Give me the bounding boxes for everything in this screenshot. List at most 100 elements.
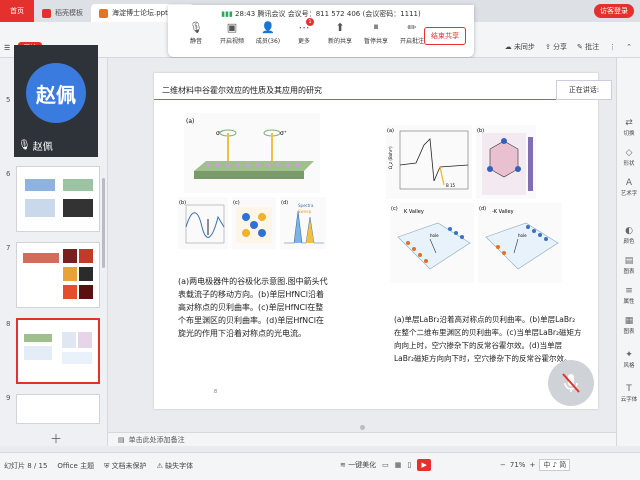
slide-thumbnail[interactable] <box>16 394 100 424</box>
properties-icon: ≡ <box>625 286 633 296</box>
style-icon: ✦ <box>625 350 633 360</box>
collapse-icon[interactable]: ⌃ <box>626 43 632 51</box>
play-slideshow-button[interactable]: ▶ <box>417 459 432 471</box>
rail-properties[interactable]: ≡ 属性 <box>617 286 640 305</box>
zoom-in-icon[interactable]: + <box>529 461 535 469</box>
more-menu-icon[interactable]: ⋮ <box>609 43 616 51</box>
transition-icon: ⇄ <box>625 118 633 128</box>
tab-home[interactable]: 首页 <box>0 0 34 22</box>
rail-cloud-font[interactable]: T 云字体 <box>617 384 640 403</box>
sync-status[interactable]: ☁ 未同步 <box>505 42 535 52</box>
login-button[interactable]: 访客登录 <box>594 4 634 18</box>
annotate-button[interactable]: ✏ 开启批注 <box>398 20 426 46</box>
theme-name[interactable]: Office 主题 <box>57 461 94 471</box>
thumbnail-scrollbar[interactable] <box>102 178 105 268</box>
rail-style[interactable]: ✦ 风格 <box>617 350 640 369</box>
tab-template[interactable]: 稻壳模板 <box>34 4 91 22</box>
participant-video: 赵佩 🎙 赵佩 <box>14 45 98 157</box>
camera-icon: ▣ <box>226 20 238 34</box>
add-slide-icon[interactable]: ＋ <box>50 430 62 447</box>
rail-transition[interactable]: ⇄ 切换 <box>617 118 640 137</box>
chart-icon: ▤ <box>624 256 634 266</box>
slide-thumbnail[interactable] <box>16 166 100 232</box>
tab-home-label: 首页 <box>10 7 24 15</box>
rail-library[interactable]: ▦ 图表 <box>617 316 640 335</box>
meeting-time: 28:43 <box>235 10 256 18</box>
comment-label: 批注 <box>585 43 600 51</box>
slide-thumbnail-selected[interactable] <box>16 318 100 384</box>
meeting-id-label: 会议号： <box>287 10 316 18</box>
k-valley-schematic: (c) K Valley hole <box>390 203 474 283</box>
hole-label: hole <box>430 233 439 238</box>
share-label: 分享 <box>553 43 568 51</box>
reading-view-icon[interactable]: ▯ <box>407 461 411 469</box>
slide-thumbnail[interactable] <box>16 242 100 308</box>
title-divider <box>154 99 598 100</box>
brillouin-zone-heatmap: (c) <box>232 197 276 249</box>
minus-k-valley-schematic: (d) -K Valley hole <box>478 203 562 283</box>
mic-icon: 🎙 <box>18 140 31 151</box>
thumb-number: 5 <box>6 96 11 104</box>
members-button[interactable]: 👤 成员(36) <box>254 20 282 46</box>
mute-button[interactable]: 🎙 静音 <box>182 20 210 46</box>
thumb-number: 6 <box>6 170 11 178</box>
video-button[interactable]: ▣ 开启视频 <box>218 20 246 46</box>
zoom-out-icon[interactable]: − <box>500 461 506 469</box>
rail-label: 切换 <box>623 131 635 137</box>
normal-view-icon[interactable]: ▭ <box>382 461 389 469</box>
beautify-button[interactable]: ≋ 一键美化 <box>340 460 376 470</box>
thumb-number: 7 <box>6 244 11 252</box>
sorter-view-icon[interactable]: ▦ <box>395 461 402 469</box>
more-badge: 1 <box>306 18 314 26</box>
slide-page-number: 8 <box>214 389 218 395</box>
slide-canvas[interactable]: 二维材料中谷霍尔效应的性质及其应用的研究 (a) σ⁻ σ⁺ (b) (c) (… <box>108 58 608 428</box>
photocurrent-plot: (d) Spectra Sweep <box>280 197 326 249</box>
ime-mode: 中 <box>543 461 551 469</box>
thumb-figure <box>23 249 93 299</box>
right-caption: (a)单层LaBr₂沿着高对称点的贝利曲率。(b)单层LaBr₂在整个二维布里渊… <box>394 315 582 363</box>
rail-label: 属性 <box>623 299 635 305</box>
b15-label: B 15 <box>446 183 456 188</box>
right-tool-rail: ⇄ 切换 ◇ 形状 A 艺术字 ◐ 颜色 ▤ 图表 ≡ 属性 ▦ 图表 ✦ 风格 T 云字体 <box>616 58 640 446</box>
rail-chart[interactable]: ▤ 图表 <box>617 256 640 275</box>
missing-font[interactable]: ⚠ 缺失字体 <box>157 461 194 471</box>
zoom-level[interactable]: 71% <box>510 461 526 469</box>
rail-shape[interactable]: ◇ 形状 <box>617 148 640 167</box>
library-icon: ▦ <box>624 316 634 326</box>
new-share-button[interactable]: ⬆ 新的共享 <box>326 20 354 46</box>
rail-wordart[interactable]: A 艺术字 <box>617 178 640 197</box>
pause-share-button[interactable]: ⏸ 暂停共享 <box>362 20 390 45</box>
rail-color[interactable]: ◐ 颜色 <box>617 226 640 245</box>
shield-icon: ⛨ <box>104 462 110 470</box>
rail-label: 艺术字 <box>620 191 638 197</box>
share-icon: ⬆ <box>335 20 345 34</box>
doc-protect[interactable]: ⛨ 文档未保护 <box>104 461 146 471</box>
rail-label: 云字体 <box>620 397 638 403</box>
sync-label: 未同步 <box>513 43 535 51</box>
more-button[interactable]: ⋯ 1 更多 <box>290 18 318 45</box>
mute-label: 静音 <box>189 38 202 45</box>
left-caption: (a)两电极器件的谷极化示意图.图中箭头代表载流子的移动方向。(b)单层HfNC… <box>178 277 328 338</box>
menu-icon[interactable]: ☰ <box>4 44 10 52</box>
notes-icon: ▤ <box>118 435 125 444</box>
fig-label-d: (d) <box>281 200 288 206</box>
pause-icon: ⏸ <box>373 20 379 33</box>
slide[interactable]: 二维材料中谷霍尔效应的性质及其应用的研究 (a) σ⁻ σ⁺ (b) (c) (… <box>154 73 598 409</box>
fig-label-c2: (c) <box>391 206 398 212</box>
end-share-button[interactable]: 结束共享 <box>424 27 466 45</box>
mic-off-icon <box>562 373 580 393</box>
muted-mic-button[interactable] <box>548 360 594 406</box>
thumb-number: 8 <box>6 320 11 328</box>
signal-icon: ▮▮▮ <box>221 10 233 18</box>
scroll-dot[interactable] <box>359 424 365 430</box>
rail-label: 风格 <box>623 363 635 369</box>
meeting-passcode: (会议密码：1111) <box>362 10 421 18</box>
comment-button[interactable]: ✎ 批注 <box>577 42 599 52</box>
font-warning-icon: ⚠ <box>156 462 163 470</box>
share-button[interactable]: ⇪ 分享 <box>545 42 567 52</box>
pause-share-label: 暂停共享 <box>363 38 388 45</box>
fig-label-a: (a) <box>186 118 194 125</box>
notes-bar[interactable]: ▤ 单击此处添加备注 <box>108 432 616 446</box>
mic-icon: 🎙 <box>189 20 203 34</box>
ime-indicator[interactable]: 中 ♪ 简 <box>539 459 571 471</box>
